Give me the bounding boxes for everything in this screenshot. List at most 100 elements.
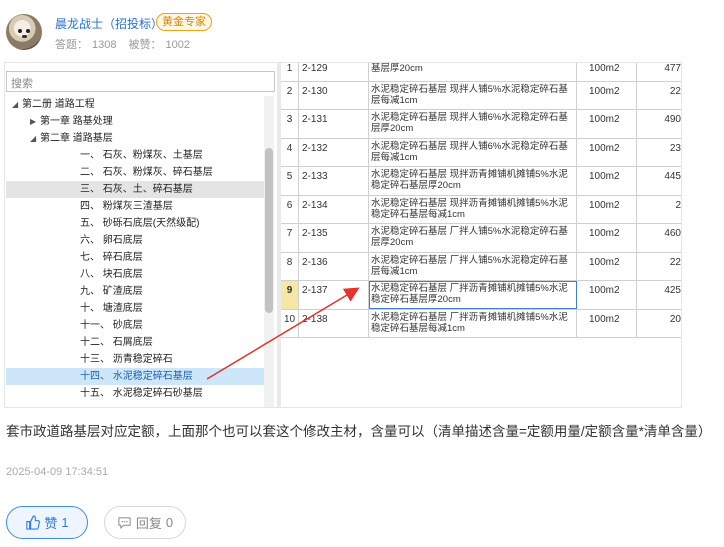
- tree-item[interactable]: 十四、 水泥稳定碎石基层: [6, 368, 264, 385]
- row-number: 9: [281, 281, 299, 309]
- tree-item[interactable]: 九、 矿渣底层: [6, 283, 264, 300]
- tree-item[interactable]: 三、 石灰、土、碎石基层: [6, 181, 264, 198]
- quota-unit: 100m2: [577, 281, 637, 309]
- likes-label: 被赞：: [128, 39, 162, 51]
- tree-item[interactable]: 一、 石灰、粉煤灰、土基层: [6, 147, 264, 164]
- quota-quantity: 425: [664, 285, 681, 296]
- tree-item[interactable]: 二、 石灰、粉煤灰、碎石基层: [6, 164, 264, 181]
- table-row[interactable]: 2 2-130 水泥稳定碎石基层 现拌人铺5%水泥稳定碎石基层每减1cm 100m2 2…: [281, 82, 681, 110]
- quota-code: 2-137: [299, 281, 369, 309]
- quota-code: 2-135: [299, 224, 369, 252]
- quota-quantity: 23: [669, 142, 681, 154]
- row-number: 10: [281, 309, 299, 337]
- quota-unit: 100m2: [577, 110, 637, 138]
- table-row[interactable]: 5 2-133 水泥稳定碎石基层 现拌沥青摊铺机摊铺5%水泥稳定碎石基层厚20cm 1…: [281, 167, 681, 196]
- like-label: 赞: [44, 516, 58, 531]
- tree-item[interactable]: 十二、 石屑底层: [6, 334, 264, 351]
- search-input[interactable]: 搜索: [6, 71, 275, 92]
- quota-quantity: 22: [669, 86, 681, 97]
- like-button[interactable]: 赞 1: [6, 506, 88, 539]
- scroll-thumb[interactable]: [265, 148, 273, 313]
- tree-item[interactable]: 八、 块石底层: [6, 266, 264, 283]
- quota-name: 水泥稳定碎石基层 厂拌人铺5%水泥稳定碎石基层每减1cm: [369, 252, 577, 280]
- collapse-arrow-icon[interactable]: ◢: [30, 130, 40, 147]
- quota-unit: 100m2: [577, 224, 637, 252]
- quota-name: 水泥稳定碎石基层 现拌人铺6%水泥稳定碎石基层每减1cm: [369, 138, 577, 166]
- tree-item[interactable]: 十五、 水泥稳定碎石砂基层: [6, 385, 264, 402]
- expert-badge: 黄金专家: [156, 13, 212, 31]
- answer-text: 套市政道路基层对应定额，上面那个也可以套这个修改主材，含量可以（清单描述含量=定…: [6, 424, 712, 439]
- table-row[interactable]: 9 2-137 水泥稳定碎石基层 厂拌沥青摊铺机摊铺5%水泥稳定碎石基层厚20cm 1…: [281, 281, 681, 310]
- avatar[interactable]: [6, 14, 42, 50]
- tree-item[interactable]: 五、 砂砾石底层(天然级配): [6, 215, 264, 232]
- table-row[interactable]: 7 2-135 水泥稳定碎石基层 厂拌人铺5%水泥稳定碎石基层厚20cm 100m2 4…: [281, 224, 681, 253]
- tree-item-label: 十一、 砂底层: [80, 320, 143, 331]
- quota-name: 水泥稳定碎石基层 现拌人铺6%水泥稳定碎石基层厚20cm: [369, 110, 577, 138]
- answers-label: 答题：: [55, 39, 88, 51]
- tree-item[interactable]: 七、 碎石底层: [6, 249, 264, 266]
- tree-scrollbar[interactable]: [264, 96, 274, 407]
- table-row[interactable]: 6 2-134 水泥稳定碎石基层 现拌沥青摊铺机摊铺5%水泥稳定碎石基层每减1cm 1…: [281, 195, 681, 224]
- row-number: 8: [281, 252, 299, 280]
- thumbs-up-icon: [26, 515, 41, 530]
- tree-item-label: 十五、 水泥稳定碎石砂基层: [80, 388, 203, 399]
- reply-count: 0: [165, 515, 174, 530]
- quota-name: 水泥稳定碎石基层 厂拌沥青摊铺机摊铺5%水泥稳定碎石基层每减1cm: [369, 309, 577, 337]
- comment-icon: [118, 517, 131, 529]
- table-row[interactable]: 1 2-129 基层厚20cm 100m2 477: [281, 63, 681, 82]
- row-number: 7: [281, 224, 299, 252]
- quota-quantity: 490: [664, 114, 681, 125]
- quota-name: 水泥稳定碎石基层 厂拌人铺5%水泥稳定碎石基层厚20cm: [369, 224, 577, 252]
- quota-code: 2-129: [299, 63, 369, 81]
- tree-item[interactable]: ▶ 第一章 路基处理: [6, 113, 264, 130]
- quota-quantity: 22: [669, 256, 681, 268]
- tree-item-label: 第二册 道路工程: [22, 99, 95, 110]
- likes-count: 1002: [165, 39, 190, 51]
- table-row[interactable]: 4 2-132 水泥稳定碎石基层 现拌人铺6%水泥稳定碎石基层每减1cm 100m2 2…: [281, 138, 681, 167]
- answers-count: 1308: [92, 39, 117, 51]
- user-stats: 答题： 1308 被赞： 1002: [55, 36, 194, 52]
- tree-item-label: 九、 矿渣底层: [80, 286, 143, 297]
- row-number: 2: [281, 82, 299, 109]
- quota-code: 2-133: [299, 167, 369, 195]
- tree-item-label: 十四、 水泥稳定碎石基层: [80, 371, 193, 382]
- quota-unit: 100m2: [577, 309, 637, 337]
- reply-button[interactable]: 回复 0: [104, 506, 186, 539]
- collapse-arrow-icon[interactable]: ◢: [12, 96, 22, 113]
- quota-unit: 100m2: [577, 167, 637, 195]
- quota-name: 水泥稳定碎石基层 厂拌沥青摊铺机摊铺5%水泥稳定碎石基层厚20cm: [369, 281, 577, 309]
- quota-name: 基层厚20cm: [369, 63, 577, 81]
- tree-item-label: 七、 碎石底层: [80, 252, 143, 263]
- reply-label: 回复: [135, 516, 162, 531]
- quota-table: 1 2-129 基层厚20cm 100m2 477 2 2-130 水泥稳定碎石基层 现拌人铺…: [281, 63, 681, 407]
- quota-code: 2-134: [299, 195, 369, 223]
- tree-item-label: 四、 粉煤灰三渣基层: [80, 201, 173, 212]
- quota-unit: 100m2: [577, 63, 637, 81]
- tree-item[interactable]: ◢ 第二册 道路工程: [6, 96, 264, 113]
- quota-code: 2-131: [299, 110, 369, 138]
- tree-item[interactable]: 六、 卵石底层: [6, 232, 264, 249]
- table-row[interactable]: 10 2-138 水泥稳定碎石基层 厂拌沥青摊铺机摊铺5%水泥稳定碎石基层每减1cm…: [281, 309, 681, 338]
- tree-item-label: 第二章 道路基层: [40, 133, 113, 144]
- expand-arrow-icon[interactable]: ▶: [30, 113, 40, 130]
- row-number: 3: [281, 110, 299, 138]
- quota-unit: 100m2: [577, 195, 637, 223]
- quota-quantity: 477: [664, 63, 681, 74]
- table-row[interactable]: 8 2-136 水泥稳定碎石基层 厂拌人铺5%水泥稳定碎石基层每减1cm 100m2 2…: [281, 252, 681, 281]
- answer-timestamp: 2025-04-09 17:34:51: [6, 466, 109, 478]
- tree-item[interactable]: 十三、 沥青稳定碎石: [6, 351, 264, 368]
- row-number: 1: [281, 63, 299, 81]
- quota-name: 水泥稳定碎石基层 现拌沥青摊铺机摊铺5%水泥稳定碎石基层厚20cm: [369, 167, 577, 195]
- tree-item-label: 第一章 路基处理: [40, 116, 113, 127]
- tree-item[interactable]: 十、 塘渣底层: [6, 300, 264, 317]
- table-row[interactable]: 3 2-131 水泥稳定碎石基层 现拌人铺6%水泥稳定碎石基层厚20cm 100m2 4…: [281, 110, 681, 139]
- row-number: 4: [281, 138, 299, 166]
- row-number: 6: [281, 195, 299, 223]
- attached-screenshot[interactable]: 搜索 ◢ 第二册 道路工程 ▶ 第一章 路基处理 ◢ 第二章 道路基层 一、 石灰、粉煤灰、…: [4, 62, 682, 408]
- tree-item[interactable]: 十一、 砂底层: [6, 317, 264, 334]
- chapter-tree: ◢ 第二册 道路工程 ▶ 第一章 路基处理 ◢ 第二章 道路基层 一、 石灰、粉煤灰、土基层…: [6, 96, 264, 407]
- username-link[interactable]: 晨龙战士（招投标）: [55, 15, 163, 32]
- tree-item[interactable]: ◢ 第二章 道路基层: [6, 130, 264, 147]
- tree-item-label: 十二、 石屑底层: [80, 337, 153, 348]
- tree-item[interactable]: 四、 粉煤灰三渣基层: [6, 198, 264, 215]
